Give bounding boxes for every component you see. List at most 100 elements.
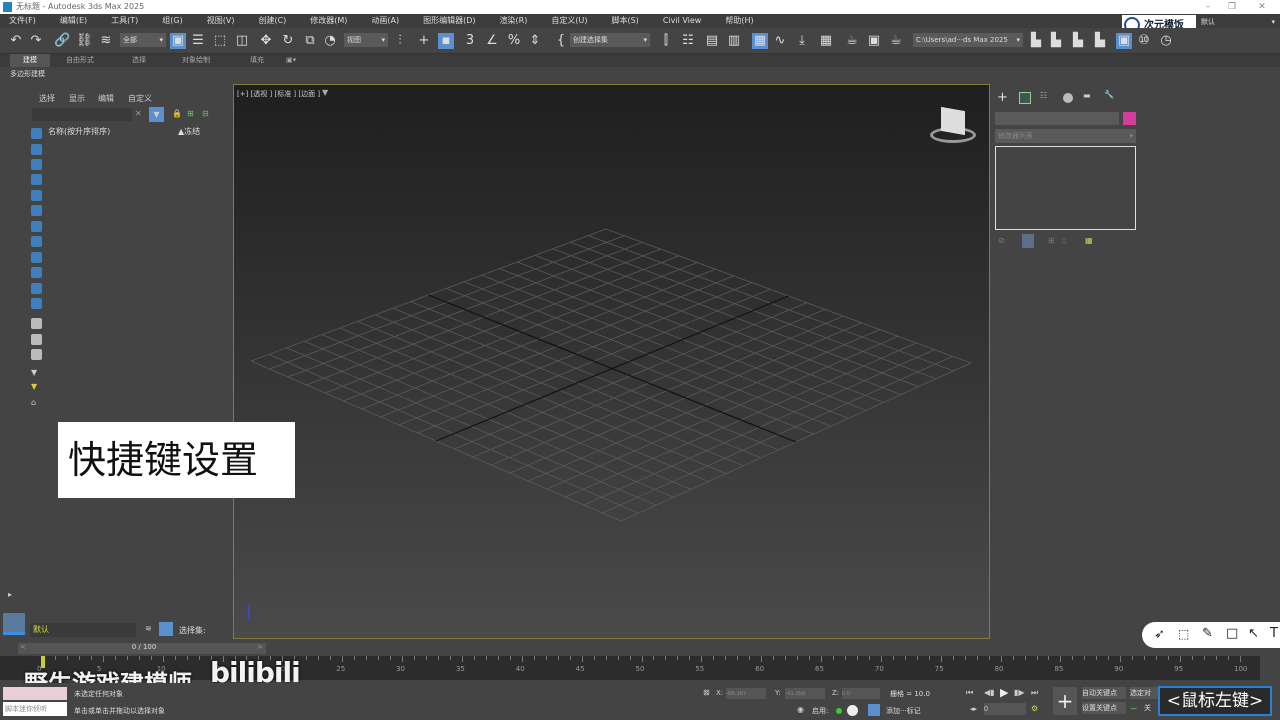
next-key-icon[interactable]: ▮▶	[1014, 688, 1025, 697]
menu-animation[interactable]: 动画(A)	[371, 14, 399, 28]
tab-object-paint[interactable]: 对象绘制	[182, 54, 210, 67]
pivot-icon[interactable]: ⫶	[392, 33, 408, 49]
play-icon[interactable]: ▶	[1000, 686, 1008, 699]
menu-graph-editors[interactable]: 图形编辑器(D)	[423, 14, 475, 28]
maximize-button[interactable]: ❐	[1220, 0, 1244, 14]
menu-customize[interactable]: 自定义(U)	[551, 14, 587, 28]
isolate-icon[interactable]: ◉	[797, 705, 804, 714]
open-project-icon[interactable]: ▙	[1048, 33, 1064, 49]
layer-icon[interactable]: ⊟	[202, 109, 209, 118]
mirror-icon[interactable]: ⫿	[658, 33, 674, 49]
key-filter-dropdown[interactable]: 选定对	[1130, 687, 1160, 699]
scene-menu-display[interactable]: 显示	[69, 93, 85, 104]
viewcube-box[interactable]	[941, 106, 965, 136]
tab-selection[interactable]: 选择	[132, 54, 146, 67]
menu-group[interactable]: 组(G)	[162, 14, 182, 28]
asset-tracking-icon[interactable]: ▣	[1116, 33, 1132, 49]
viewcube[interactable]	[930, 106, 976, 147]
time-slider[interactable]: < 0 / 100 >	[18, 643, 266, 654]
layer-explorer-icon[interactable]: ▥	[726, 33, 742, 49]
make-unique-icon[interactable]: ⊞	[1048, 236, 1055, 245]
add-time-tag[interactable]: 添加···标记	[886, 706, 921, 716]
current-frame-input[interactable]	[984, 703, 1026, 715]
set-key-big-button[interactable]: +	[1053, 687, 1077, 715]
bind-space-warp-icon[interactable]: ≋	[98, 33, 114, 49]
time-tag-icon[interactable]	[847, 705, 858, 716]
hidden-filter-icon[interactable]	[31, 298, 42, 309]
lock-icon[interactable]: 🔒	[172, 109, 182, 118]
explorer-switch-button[interactable]	[3, 613, 25, 635]
layer-dropdown[interactable]: 默认	[30, 623, 136, 637]
menu-scripting[interactable]: 脚本(S)	[611, 14, 638, 28]
hierarchy-tab-icon[interactable]: ☷	[1040, 91, 1047, 100]
rotate-icon[interactable]: ↻	[280, 33, 296, 49]
scene-explorer-icon[interactable]: ▤	[704, 33, 720, 49]
menu-tools[interactable]: 工具(T)	[111, 14, 138, 28]
bones-filter-icon[interactable]	[31, 252, 42, 263]
scene-menu-customize[interactable]: 自定义	[128, 93, 152, 104]
percent-snap-icon[interactable]: %	[506, 33, 522, 49]
modify-tab-icon[interactable]	[1019, 92, 1031, 104]
shapes-filter-icon[interactable]	[31, 144, 42, 155]
auto-key-button[interactable]: 自动关键点	[1082, 687, 1126, 699]
project-path-dropdown[interactable]: C:\Users\ad···ds Max 2025	[913, 33, 1023, 47]
show-end-result-icon[interactable]	[1022, 234, 1034, 248]
object-name-input[interactable]	[995, 112, 1119, 125]
invert-display-icon[interactable]	[31, 349, 42, 360]
scale-icon[interactable]: ⧉	[302, 33, 318, 49]
move-icon[interactable]: ✥	[258, 33, 274, 49]
align-icon[interactable]: ☷	[680, 33, 696, 49]
arrow-tool-icon[interactable]: ↖	[1248, 626, 1259, 641]
display-all-icon[interactable]	[31, 318, 42, 329]
tab-modeling[interactable]: 建模	[10, 54, 50, 67]
key-filter-label[interactable]: 关	[1144, 703, 1151, 713]
display-none-icon[interactable]	[31, 334, 42, 345]
funnel-icon[interactable]: ▼	[31, 368, 42, 379]
rendered-frame-icon[interactable]: ▣	[866, 33, 882, 49]
frozen-filter-icon[interactable]	[31, 283, 42, 294]
schematic-view-icon[interactable]: ⤓	[794, 33, 810, 49]
maxscript-mini-listener[interactable]: 脚本迷你侦听	[3, 702, 67, 716]
menu-create[interactable]: 创建(C)	[258, 14, 286, 28]
ribbon-toggle-icon[interactable]: ▦	[752, 33, 768, 49]
redo-icon[interactable]: ↷	[28, 33, 44, 49]
project-icon[interactable]: ▙	[1028, 33, 1044, 49]
named-selection-dropdown[interactable]: 创建选择集	[570, 33, 650, 47]
project-settings-icon[interactable]: ▙	[1092, 33, 1108, 49]
menu-rendering[interactable]: 渲染(R)	[500, 14, 528, 28]
render-setup-icon[interactable]: ☕	[844, 33, 860, 49]
rect-selection-icon[interactable]: ⬚	[212, 33, 228, 49]
clear-search-icon[interactable]: ✕	[135, 109, 142, 118]
scene-search-input[interactable]	[32, 108, 132, 121]
select-manipulate-icon[interactable]: +	[416, 33, 432, 49]
keyboard-shortcut-toggle-icon[interactable]: ▪	[438, 33, 454, 49]
display-tab-icon[interactable]: ▬	[1083, 91, 1091, 100]
groups-filter-icon[interactable]	[31, 221, 42, 232]
modifier-list-dropdown[interactable]: 修改器列表	[995, 129, 1136, 143]
window-crossing-icon[interactable]: ◫	[234, 33, 250, 49]
curve-editor-icon[interactable]: ∿	[772, 33, 788, 49]
edit-named-selection-icon[interactable]: {	[553, 33, 569, 49]
motion-tab-icon[interactable]	[1063, 93, 1073, 103]
spacewarps-filter-icon[interactable]	[31, 205, 42, 216]
text-tool-icon[interactable]: T	[1270, 626, 1278, 641]
selection-filter-dropdown[interactable]: 全部	[120, 33, 166, 47]
spinner-snap-icon[interactable]: ⇕	[527, 33, 543, 49]
xrefs-filter-icon[interactable]	[31, 236, 42, 247]
prev-frame-arrow-icon[interactable]: <	[20, 643, 26, 651]
material-editor-icon[interactable]: ▦	[818, 33, 834, 49]
project-folder-icon[interactable]: ▙	[1070, 33, 1086, 49]
key-mode-icon[interactable]: ◂▸	[970, 705, 977, 713]
menu-help[interactable]: 帮助(H)	[725, 14, 753, 28]
minimize-button[interactable]: –	[1196, 0, 1220, 14]
frozen-column-header[interactable]: ▲冻结	[178, 126, 200, 137]
menu-civil-view[interactable]: Civil View	[663, 14, 702, 28]
select-tool-icon[interactable]: ⬚	[1178, 627, 1189, 641]
filter-icon[interactable]: ▼	[149, 107, 164, 122]
remove-modifier-icon[interactable]: ▯	[1062, 236, 1066, 245]
select-by-name-icon[interactable]: ☰	[190, 33, 206, 49]
expand-arrow-icon[interactable]: ▸	[8, 590, 12, 599]
polygon-modeling-label[interactable]: 多边形建模	[10, 69, 45, 79]
y-coord-input[interactable]	[785, 688, 825, 699]
selection-set-icon[interactable]	[159, 622, 173, 636]
